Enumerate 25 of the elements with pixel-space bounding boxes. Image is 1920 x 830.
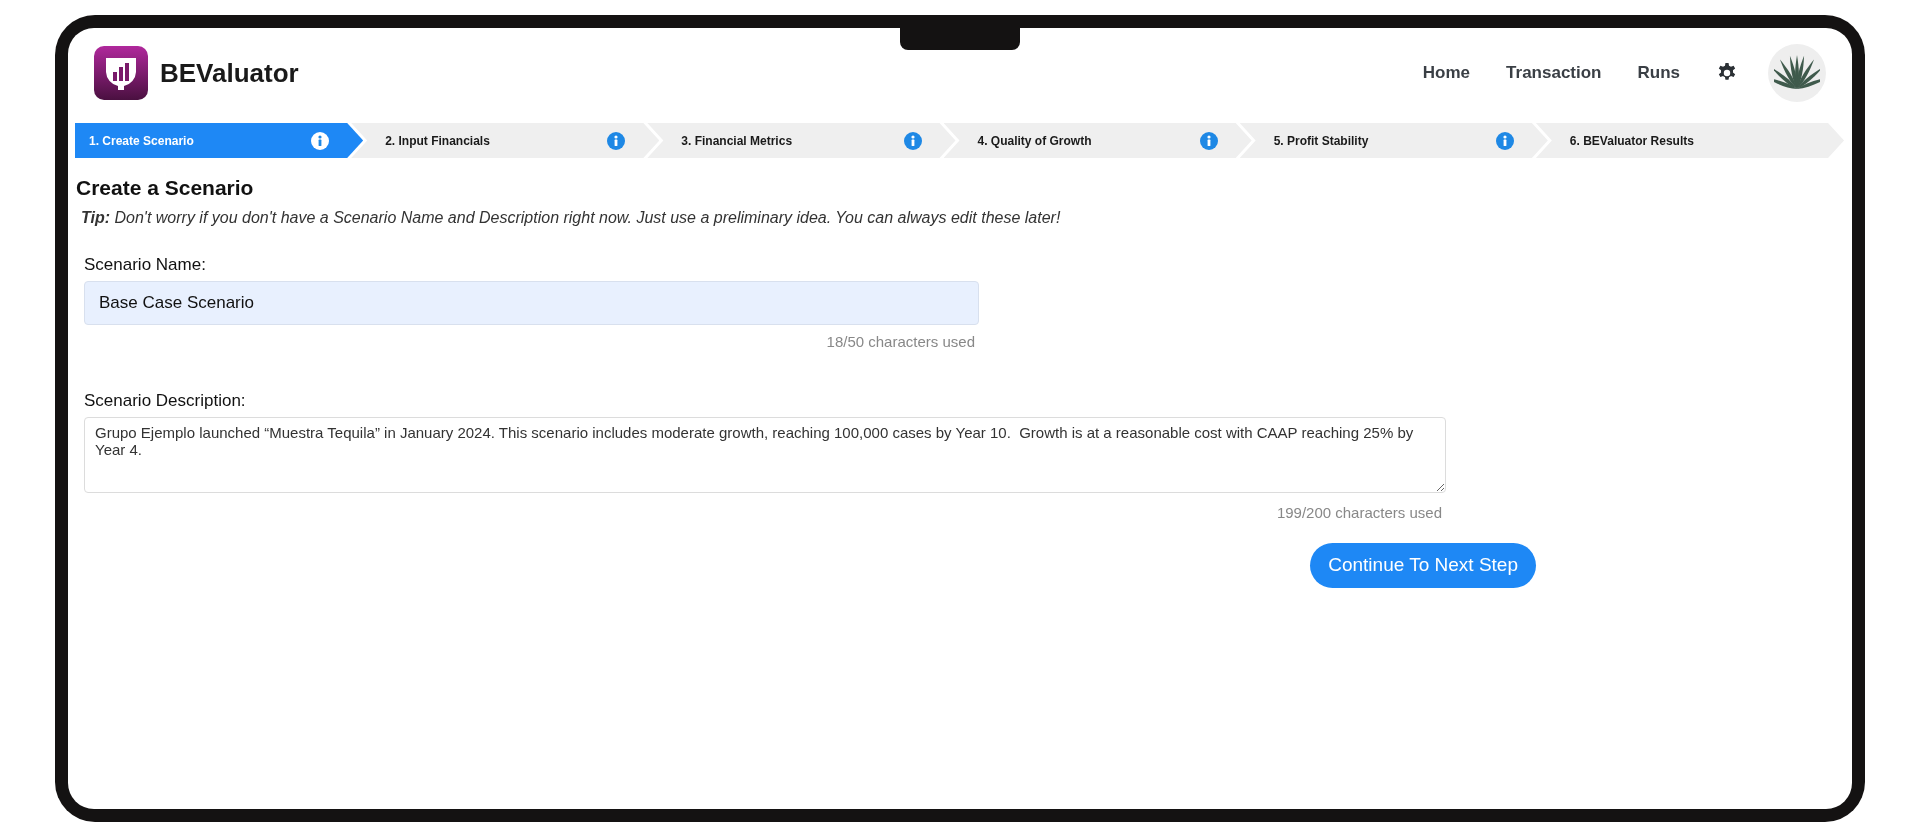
info-icon[interactable] <box>1199 131 1218 150</box>
app-name: BEValuator <box>160 56 299 90</box>
character-counter: 199/200 characters used <box>1276 503 1442 523</box>
nav-link[interactable]: Transaction <box>1506 60 1602 86</box>
name-input[interactable]: Base Case Scenario <box>84 281 979 325</box>
field-label: Scenario Name: <box>84 253 207 276</box>
description-input[interactable]: Grupo Ejemplo launched “Muestra Tequila” in January 2024. This scenario includes moderate growth, reaching 100,000 cases by Year 10. Growth is at a reasonable cost with CAAP reaching 25% by Year 4. <box>84 417 1446 493</box>
step-tab[interactable]: 6. BEValuator Results <box>1535 123 1845 158</box>
nav-link[interactable]: Runs <box>1637 60 1680 86</box>
tip-text: Tip: Don't worry if you don't have a Scenario Name and Description right now. Just use a preliminary idea. You can always edit these later! <box>81 207 1062 228</box>
continue-button[interactable]: Continue To Next Step <box>1310 542 1536 588</box>
info-icon[interactable] <box>607 131 626 150</box>
step-tab[interactable]: 4. Quality of Growth <box>943 123 1252 158</box>
nav-link[interactable]: Home <box>1422 60 1471 86</box>
step-tab[interactable]: 3. Financial Metrics <box>647 123 956 158</box>
step-tab[interactable]: 1. Create Scenario <box>75 123 364 158</box>
step-tab[interactable]: 2. Input Financials <box>351 123 660 158</box>
info-icon[interactable] <box>1495 131 1514 150</box>
logo-icon <box>94 46 148 100</box>
character-counter: 18/50 characters used <box>826 332 975 352</box>
info-icon[interactable] <box>903 131 922 150</box>
page-title: Create a Scenario <box>76 175 255 201</box>
step-tab[interactable]: 5. Profit Stability <box>1239 123 1548 158</box>
field-label: Scenario Description: <box>84 389 247 412</box>
info-icon[interactable] <box>311 131 330 150</box>
